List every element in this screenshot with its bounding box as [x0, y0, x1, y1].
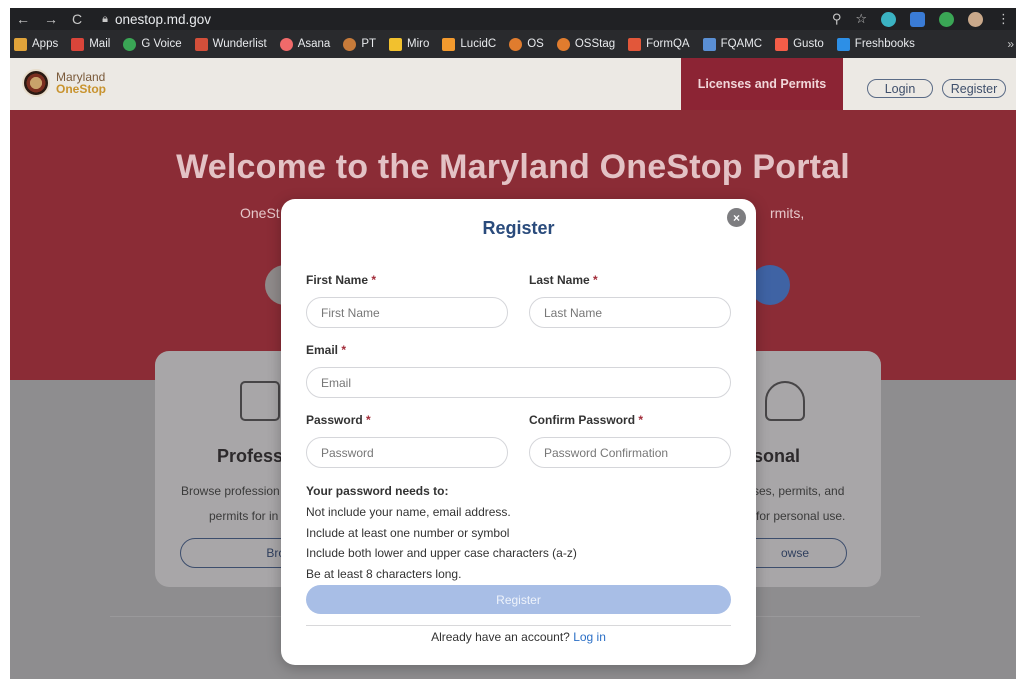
bookmarks-bar: Apps Mail G Voice Wunderlist Asana PT Mi… — [10, 30, 1016, 58]
divider — [306, 625, 731, 626]
card-text: for personal use. — [756, 509, 846, 523]
first-name-label: First Name * — [306, 273, 377, 287]
last-name-label: Last Name * — [529, 273, 598, 287]
password-field[interactable] — [306, 437, 508, 468]
gusto-icon — [775, 37, 789, 51]
extension-icon[interactable] — [939, 11, 954, 27]
extension-icon[interactable] — [910, 11, 925, 27]
asana-icon — [279, 37, 293, 51]
back-icon[interactable]: ← — [16, 11, 30, 27]
close-icon[interactable]: × — [727, 208, 746, 227]
bookmark-os[interactable]: OS — [509, 37, 544, 51]
card-text: permits for in — [209, 509, 279, 523]
password-requirements-title: Your password needs to: — [306, 484, 449, 498]
card-title: sonal — [753, 446, 801, 466]
forward-icon[interactable]: → — [44, 11, 58, 27]
bookmark-miro[interactable]: Miro — [389, 37, 429, 51]
star-icon[interactable]: ☆ — [855, 11, 867, 27]
avatar[interactable] — [968, 11, 983, 27]
password-label: Password * — [306, 413, 371, 427]
password-rule: Be at least 8 characters long. — [306, 567, 462, 581]
bookmark-formqa[interactable]: FormQA — [628, 37, 690, 51]
miro-icon — [389, 37, 403, 51]
card-text: Browse profession — [181, 484, 280, 498]
login-button[interactable]: Login — [867, 79, 933, 98]
password-rule: Not include your name, email address. — [306, 505, 511, 519]
mail-icon — [71, 37, 85, 51]
lock-icon[interactable]: 🔒︎ — [102, 13, 108, 26]
form-icon — [702, 37, 716, 51]
form-icon — [628, 37, 642, 51]
email-label: Email * — [306, 343, 347, 357]
login-link[interactable]: Log in — [573, 630, 606, 644]
register-button[interactable]: Register — [942, 79, 1006, 98]
briefcase-icon — [240, 381, 280, 421]
card-text: ses, permits, and — [753, 484, 845, 498]
os-icon — [509, 37, 523, 51]
first-name-field[interactable] — [306, 297, 508, 328]
bookmark-lucidc[interactable]: LucidC — [442, 37, 496, 51]
hero-subtitle: OneSt — [240, 205, 280, 221]
extension-icon[interactable] — [881, 11, 896, 27]
nav-licenses-permits[interactable]: Licenses and Permits — [681, 58, 843, 110]
more-bookmarks-icon[interactable]: » — [1007, 37, 1014, 51]
hero-subtitle-end: rmits, — [770, 205, 805, 221]
reload-icon[interactable]: C — [72, 11, 82, 27]
bookmark-freshbooks[interactable]: Freshbooks — [836, 37, 915, 51]
submit-register-button[interactable]: Register — [306, 585, 731, 614]
browser-window: ← → C 🔒︎ onestop.md.gov ⚲ ☆ ⋮ Apps Mail … — [10, 8, 1016, 679]
phone-icon — [123, 37, 137, 51]
zoom-icon[interactable]: ⚲ — [832, 11, 842, 27]
site-logo[interactable]: Maryland OneStop — [22, 69, 106, 97]
wunderlist-icon — [194, 37, 208, 51]
bookmark-osstag[interactable]: OSStag — [556, 37, 615, 51]
confirm-password-label: Confirm Password * — [529, 413, 644, 427]
register-modal: Register × First Name * Last Name * Emai… — [281, 199, 756, 665]
email-field[interactable] — [306, 367, 731, 398]
password-rule: Include at least one number or symbol — [306, 526, 510, 540]
hero-title: Welcome to the Maryland OneStop Portal — [176, 148, 850, 186]
menu-icon[interactable]: ⋮ — [997, 11, 1010, 27]
bookmark-asana[interactable]: Asana — [279, 37, 330, 51]
bookmark-gvoice[interactable]: G Voice — [123, 37, 182, 51]
person-icon — [765, 381, 805, 421]
hero-button-right[interactable] — [750, 265, 790, 305]
bookmark-gusto[interactable]: Gusto — [775, 37, 824, 51]
os-icon — [556, 37, 570, 51]
address-bar[interactable]: onestop.md.gov — [115, 12, 211, 27]
bookmark-fqamc[interactable]: FQAMC — [702, 37, 762, 51]
password-rule: Include both lower and upper case charac… — [306, 546, 577, 560]
lucid-icon — [442, 37, 456, 51]
browser-nav: ← → C — [10, 11, 82, 27]
card-title: Profess — [217, 446, 284, 466]
browser-toolbar: ← → C 🔒︎ onestop.md.gov ⚲ ☆ ⋮ — [10, 8, 1016, 30]
modal-title: Register — [482, 218, 555, 238]
pt-icon — [343, 37, 357, 51]
bookmark-mail[interactable]: Mail — [71, 37, 110, 51]
logo-text: Maryland OneStop — [56, 70, 106, 96]
bookmark-wunderlist[interactable]: Wunderlist — [194, 37, 267, 51]
bookmark-apps[interactable]: Apps — [14, 37, 58, 51]
apps-icon — [14, 37, 27, 51]
site-header: Maryland OneStop Licenses and Permits Lo… — [10, 58, 1016, 110]
freshbooks-icon — [836, 37, 850, 51]
bookmark-pt[interactable]: PT — [343, 37, 376, 51]
toolbar-actions: ⚲ ☆ ⋮ — [832, 11, 1010, 27]
maryland-seal-icon — [22, 69, 50, 97]
last-name-field[interactable] — [529, 297, 731, 328]
login-prompt: Already have an account? Log in — [431, 630, 606, 644]
confirm-password-field[interactable] — [529, 437, 731, 468]
